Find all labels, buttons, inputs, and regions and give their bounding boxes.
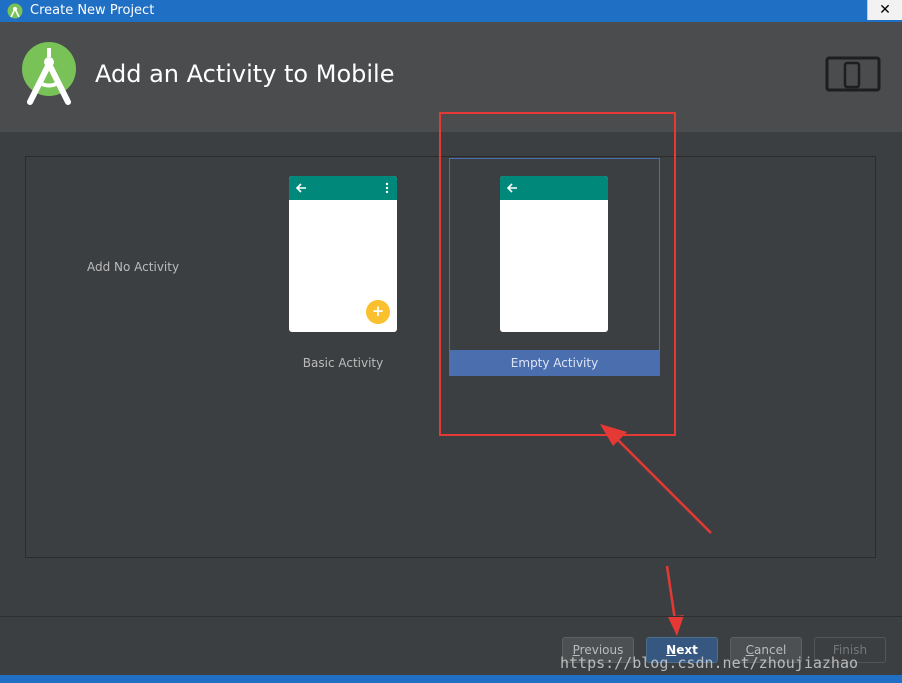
- add-no-activity-option[interactable]: Add No Activity: [87, 260, 179, 274]
- annotation-arrowhead: [668, 615, 684, 636]
- footer-divider: [0, 616, 902, 617]
- basic-activity-label[interactable]: Basic Activity: [289, 356, 397, 370]
- page-title: Add an Activity to Mobile: [95, 60, 395, 88]
- back-arrow-icon: [295, 183, 306, 193]
- taskbar-strip: [0, 675, 902, 683]
- window-title: Create New Project: [30, 3, 155, 18]
- overflow-menu-icon: [385, 182, 389, 194]
- phone-tablet-icon: [825, 56, 881, 92]
- android-studio-logo-icon: [22, 42, 76, 105]
- basic-activity-card[interactable]: +: [289, 176, 397, 332]
- toolbar-preview: [289, 176, 397, 200]
- android-studio-icon: [7, 3, 23, 19]
- window-titlebar: Create New Project ✕: [0, 0, 902, 22]
- fab-add-icon: +: [366, 300, 390, 324]
- annotation-arrow-to-next: [665, 565, 677, 621]
- close-button[interactable]: ✕: [867, 0, 902, 20]
- watermark-text: https://blog.csdn.net/zhoujiazhao: [560, 654, 859, 672]
- annotation-highlight-box: [439, 112, 676, 436]
